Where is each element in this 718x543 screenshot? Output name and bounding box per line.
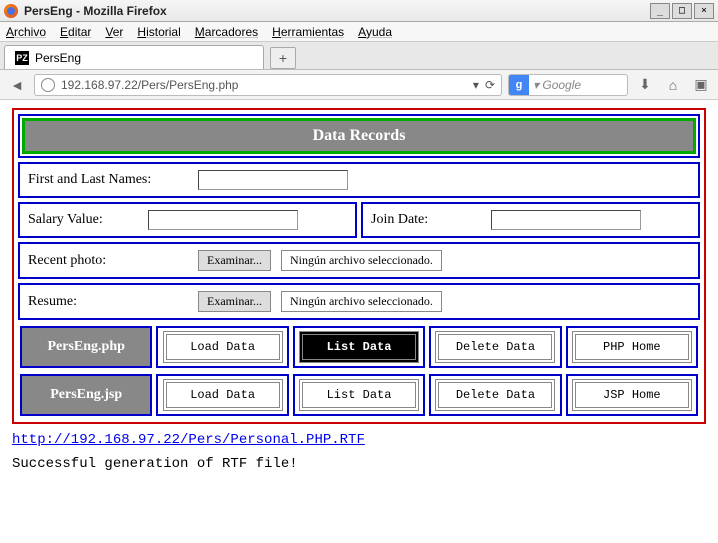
reload-icon[interactable]: ⟳ bbox=[485, 78, 495, 92]
photo-label: Recent photo: bbox=[28, 253, 188, 269]
menu-editar[interactable]: Editar bbox=[60, 25, 91, 39]
url-text: 192.168.97.22/Pers/PersEng.php bbox=[61, 78, 238, 92]
heading-wrap: Data Records bbox=[22, 118, 696, 154]
page-heading: Data Records bbox=[25, 121, 693, 151]
tab-favicon: PZ bbox=[15, 51, 29, 65]
outer-frame: Data Records First and Last Names: Salar… bbox=[12, 108, 706, 424]
menu-marcadores[interactable]: Marcadores bbox=[195, 25, 258, 39]
bookmarks-button[interactable]: ▣ bbox=[690, 74, 712, 96]
menu-herramientas[interactable]: Herramientas bbox=[272, 25, 344, 39]
status-message: Successful generation of RTF file! bbox=[12, 456, 706, 472]
names-label: First and Last Names: bbox=[28, 172, 188, 188]
photo-cell: Recent photo: Examinar... Ningún archivo… bbox=[18, 242, 700, 279]
php-list-button[interactable]: List Data bbox=[299, 331, 419, 363]
new-tab-button[interactable]: + bbox=[270, 47, 296, 69]
names-cell: First and Last Names: bbox=[18, 162, 700, 198]
globe-icon bbox=[41, 78, 55, 92]
menu-bar: Archivo Editar Ver Historial Marcadores … bbox=[0, 22, 718, 42]
jsp-home-button[interactable]: JSP Home bbox=[572, 379, 692, 411]
jsp-load-button[interactable]: Load Data bbox=[163, 379, 283, 411]
window-title: PersEng - Mozilla Firefox bbox=[24, 4, 650, 18]
salary-label: Salary Value: bbox=[28, 212, 138, 228]
google-icon: g bbox=[509, 75, 529, 95]
back-button[interactable]: ◄ bbox=[6, 74, 28, 96]
jsp-list-button[interactable]: List Data bbox=[299, 379, 419, 411]
resume-cell: Resume: Examinar... Ningún archivo selec… bbox=[18, 283, 700, 320]
joindate-label: Join Date: bbox=[371, 212, 481, 228]
window-titlebar: PersEng - Mozilla Firefox _ □ × bbox=[0, 0, 718, 22]
names-input[interactable] bbox=[198, 170, 348, 190]
php-home-button[interactable]: PHP Home bbox=[572, 331, 692, 363]
php-delete-button[interactable]: Delete Data bbox=[435, 331, 555, 363]
jsp-delete-button[interactable]: Delete Data bbox=[435, 379, 555, 411]
resume-browse-button[interactable]: Examinar... bbox=[198, 291, 271, 312]
close-button[interactable]: × bbox=[694, 3, 714, 19]
page-content: Data Records First and Last Names: Salar… bbox=[0, 100, 718, 543]
menu-ver[interactable]: Ver bbox=[105, 25, 123, 39]
photo-browse-button[interactable]: Examinar... bbox=[198, 250, 271, 271]
photo-file-status: Ningún archivo seleccionado. bbox=[281, 250, 442, 271]
downloads-button[interactable]: ⬇ bbox=[634, 74, 656, 96]
firefox-icon bbox=[4, 4, 18, 18]
dropdown-icon[interactable]: ▾ bbox=[473, 78, 479, 92]
tab-label: PersEng bbox=[35, 51, 81, 65]
tab-perseng[interactable]: PZ PersEng bbox=[4, 45, 264, 69]
jsp-row-label: PersEng.jsp bbox=[20, 374, 152, 416]
jsp-row: PersEng.jsp Load Data List Data Delete D… bbox=[18, 372, 700, 418]
nav-toolbar: ◄ 192.168.97.22/Pers/PersEng.php ▾ ⟳ g ▾… bbox=[0, 70, 718, 100]
home-button[interactable]: ⌂ bbox=[662, 74, 684, 96]
tab-bar: PZ PersEng + bbox=[0, 42, 718, 70]
menu-historial[interactable]: Historial bbox=[137, 25, 180, 39]
heading-section: Data Records bbox=[18, 114, 700, 158]
url-bar[interactable]: 192.168.97.22/Pers/PersEng.php ▾ ⟳ bbox=[34, 74, 502, 96]
php-row: PersEng.php Load Data List Data Delete D… bbox=[18, 324, 700, 370]
maximize-button[interactable]: □ bbox=[672, 3, 692, 19]
menu-archivo[interactable]: Archivo bbox=[6, 25, 46, 39]
resume-label: Resume: bbox=[28, 294, 188, 310]
joindate-cell: Join Date: bbox=[361, 202, 700, 238]
resume-file-status: Ningún archivo seleccionado. bbox=[281, 291, 442, 312]
search-box[interactable]: g ▾ Google bbox=[508, 74, 628, 96]
salary-input[interactable] bbox=[148, 210, 298, 230]
php-row-label: PersEng.php bbox=[20, 326, 152, 368]
minimize-button[interactable]: _ bbox=[650, 3, 670, 19]
php-load-button[interactable]: Load Data bbox=[163, 331, 283, 363]
salary-cell: Salary Value: bbox=[18, 202, 357, 238]
joindate-input[interactable] bbox=[491, 210, 641, 230]
search-placeholder: ▾ Google bbox=[529, 78, 585, 92]
rtf-link[interactable]: http://192.168.97.22/Pers/Personal.PHP.R… bbox=[12, 432, 706, 448]
menu-ayuda[interactable]: Ayuda bbox=[358, 25, 392, 39]
